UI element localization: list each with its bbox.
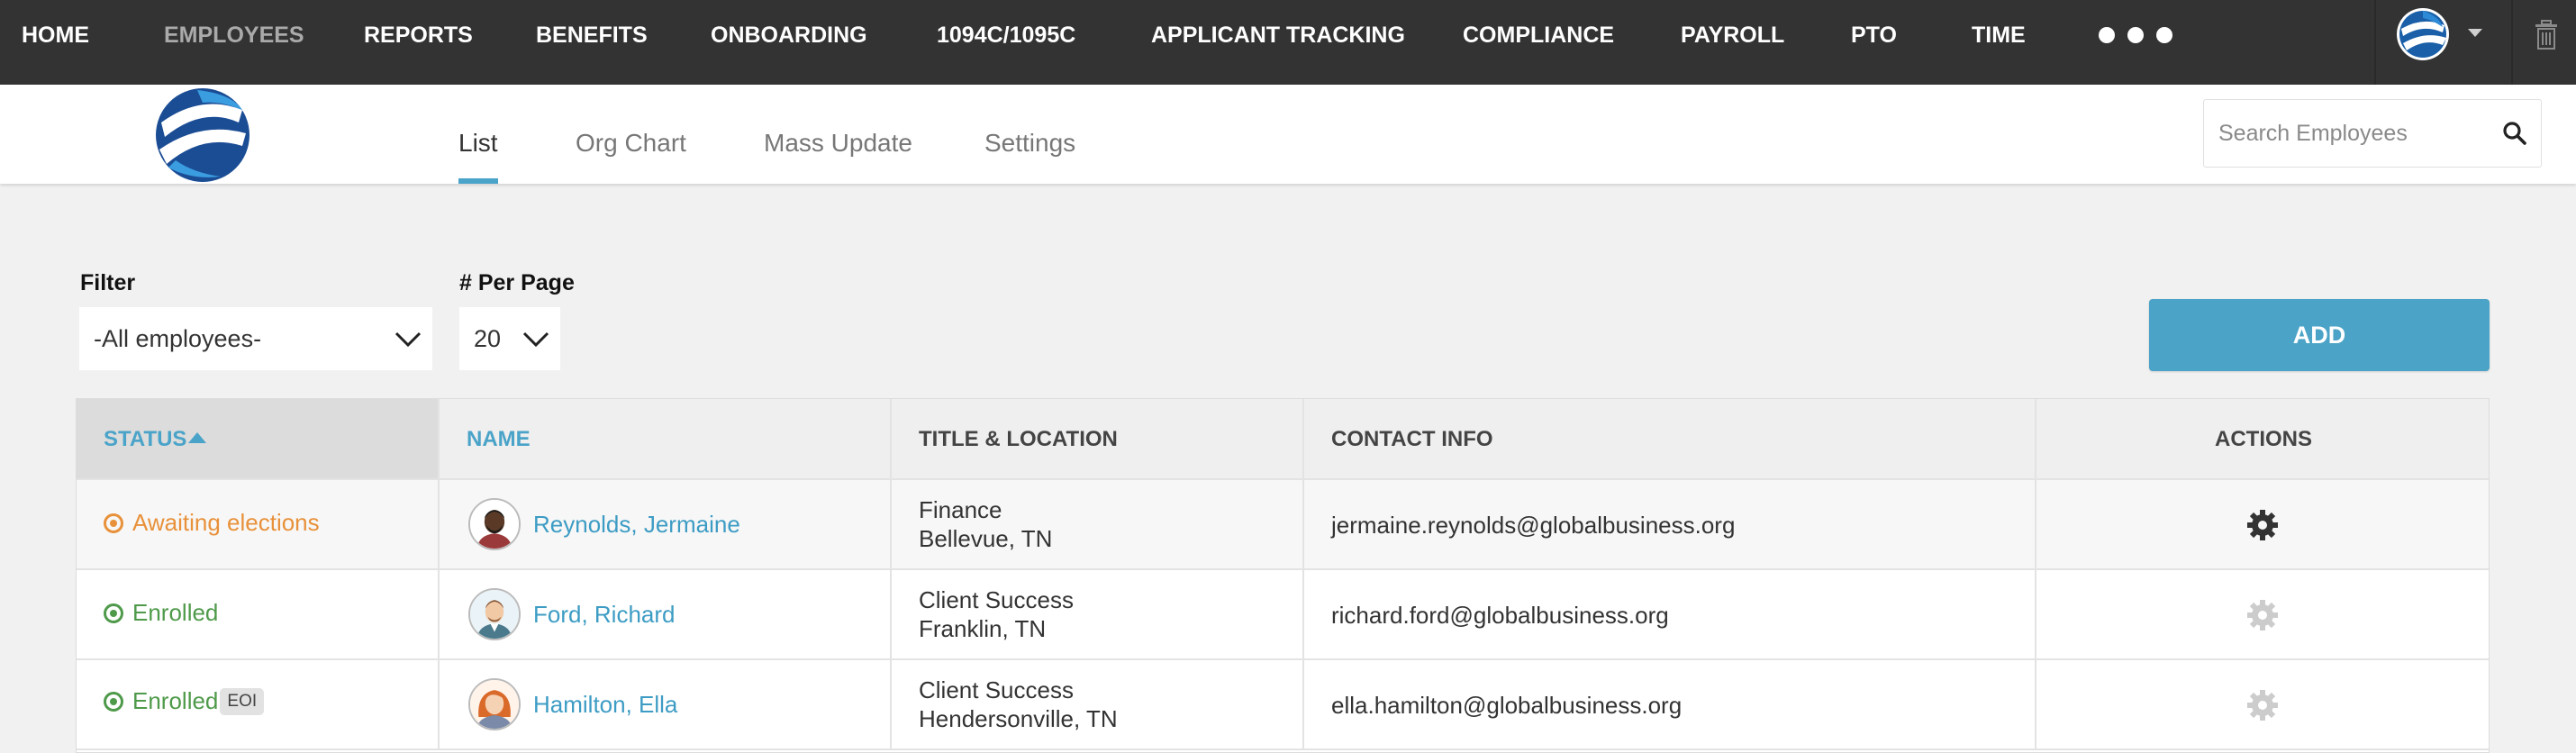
contact-info-column-header: CONTACT INFO [1331, 427, 1493, 451]
title-location-column-header: TITLE & LOCATION [919, 427, 1118, 451]
employee-location: Hendersonville, TN [919, 705, 1118, 732]
status-text: Enrolled [132, 687, 219, 714]
table-row: Enrolled Ford, Richard Client Success Fr… [77, 570, 2489, 660]
search-input[interactable] [2218, 100, 2489, 167]
gear-icon[interactable] [2245, 688, 2280, 722]
nav-item-applicant-tracking[interactable]: APPLICANT TRACKING [1151, 0, 1405, 70]
employees-table: STATUS NAME TITLE & LOCATION CONTACT INF… [76, 398, 2490, 753]
trash-icon[interactable] [2533, 20, 2560, 50]
actions-column-header: ACTIONS [2215, 427, 2312, 451]
employee-email: richard.ford@globalbusiness.org [1331, 602, 1669, 629]
employee-title: Client Success [919, 676, 1074, 703]
top-nav: HOME EMPLOYEES REPORTS BENEFITS ONBOARDI… [0, 0, 2576, 85]
tab-settings[interactable]: Settings [984, 85, 1075, 184]
nav-item-time[interactable]: TIME [1972, 0, 2026, 70]
nav-item-benefits[interactable]: BENEFITS [536, 0, 648, 70]
status-link[interactable]: Enrolled [104, 599, 218, 627]
nav-item-aca-forms[interactable]: 1094C/1095C [937, 0, 1075, 70]
table-row: Enrolled EOI Hamilton, Ella Client Succe… [77, 660, 2489, 750]
status-link[interactable]: Enrolled EOI [104, 687, 265, 715]
employee-email: ella.hamilton@globalbusiness.org [1331, 692, 1683, 719]
gear-icon[interactable] [2245, 508, 2280, 542]
status-text: Enrolled [132, 599, 219, 626]
gear-icon[interactable] [2245, 598, 2280, 632]
tab-list[interactable]: List [458, 85, 498, 184]
nav-item-payroll[interactable]: PAYROLL [1681, 0, 1784, 70]
nav-item-employees[interactable]: EMPLOYEES [164, 0, 304, 70]
eoi-badge: EOI [220, 687, 265, 715]
nav-item-onboarding[interactable]: ONBOARDING [711, 0, 867, 70]
add-employee-button[interactable]: ADD [2149, 299, 2490, 371]
employee-title: Client Success [919, 586, 1074, 613]
nav-item-pto[interactable]: PTO [1851, 0, 1897, 70]
company-logo [156, 88, 249, 182]
nav-item-compliance[interactable]: COMPLIANCE [1463, 0, 1614, 70]
filter-select[interactable]: -All employees- [79, 307, 432, 370]
search-box [2203, 99, 2542, 168]
status-column-header[interactable]: STATUS [104, 399, 207, 480]
avatar [468, 678, 521, 730]
employee-name-link[interactable]: Reynolds, Jermaine [533, 511, 740, 539]
tab-mass-update[interactable]: Mass Update [764, 85, 912, 184]
chevron-down-icon [395, 331, 422, 348]
sort-ascending-icon [188, 432, 207, 443]
employee-location: Bellevue, TN [919, 525, 1053, 552]
nav-item-reports[interactable]: REPORTS [364, 0, 473, 70]
employee-location: Franklin, TN [919, 615, 1047, 642]
per-page-select[interactable]: 20 [459, 307, 560, 370]
nav-divider [2511, 0, 2513, 85]
filter-select-value: -All employees- [94, 325, 262, 352]
per-page-label: # Per Page [459, 270, 575, 295]
employee-name-link[interactable]: Hamilton, Ella [533, 691, 677, 719]
chevron-down-icon [522, 331, 549, 348]
tab-org-chart[interactable]: Org Chart [576, 85, 686, 184]
search-icon[interactable] [2501, 120, 2528, 147]
more-menu-ellipsis-icon[interactable] [2099, 27, 2172, 43]
globe-avatar-icon [2397, 8, 2449, 60]
avatar [468, 588, 521, 640]
status-header-label: STATUS [104, 427, 187, 451]
employee-title: Finance [919, 496, 1002, 523]
table-header-row: STATUS NAME TITLE & LOCATION CONTACT INF… [77, 399, 2489, 480]
status-text: Awaiting elections [132, 509, 320, 536]
status-dot-icon [104, 603, 123, 623]
table-row: Awaiting elections Reynolds, Jermaine Fi… [77, 480, 2489, 570]
employee-name-link[interactable]: Ford, Richard [533, 601, 676, 629]
status-dot-icon [104, 691, 123, 712]
nav-divider [2374, 0, 2376, 85]
sub-header: List Org Chart Mass Update Settings [0, 85, 2576, 184]
employee-email: jermaine.reynolds@globalbusiness.org [1331, 512, 1736, 539]
nav-item-home[interactable]: HOME [22, 0, 89, 70]
filter-label: Filter [80, 270, 136, 295]
per-page-select-value: 20 [474, 325, 502, 352]
status-dot-icon [104, 513, 123, 533]
status-link[interactable]: Awaiting elections [104, 509, 320, 537]
avatar [468, 498, 521, 550]
name-column-header[interactable]: NAME [467, 399, 531, 480]
account-menu[interactable] [2396, 7, 2486, 63]
chevron-down-icon [2468, 29, 2482, 37]
